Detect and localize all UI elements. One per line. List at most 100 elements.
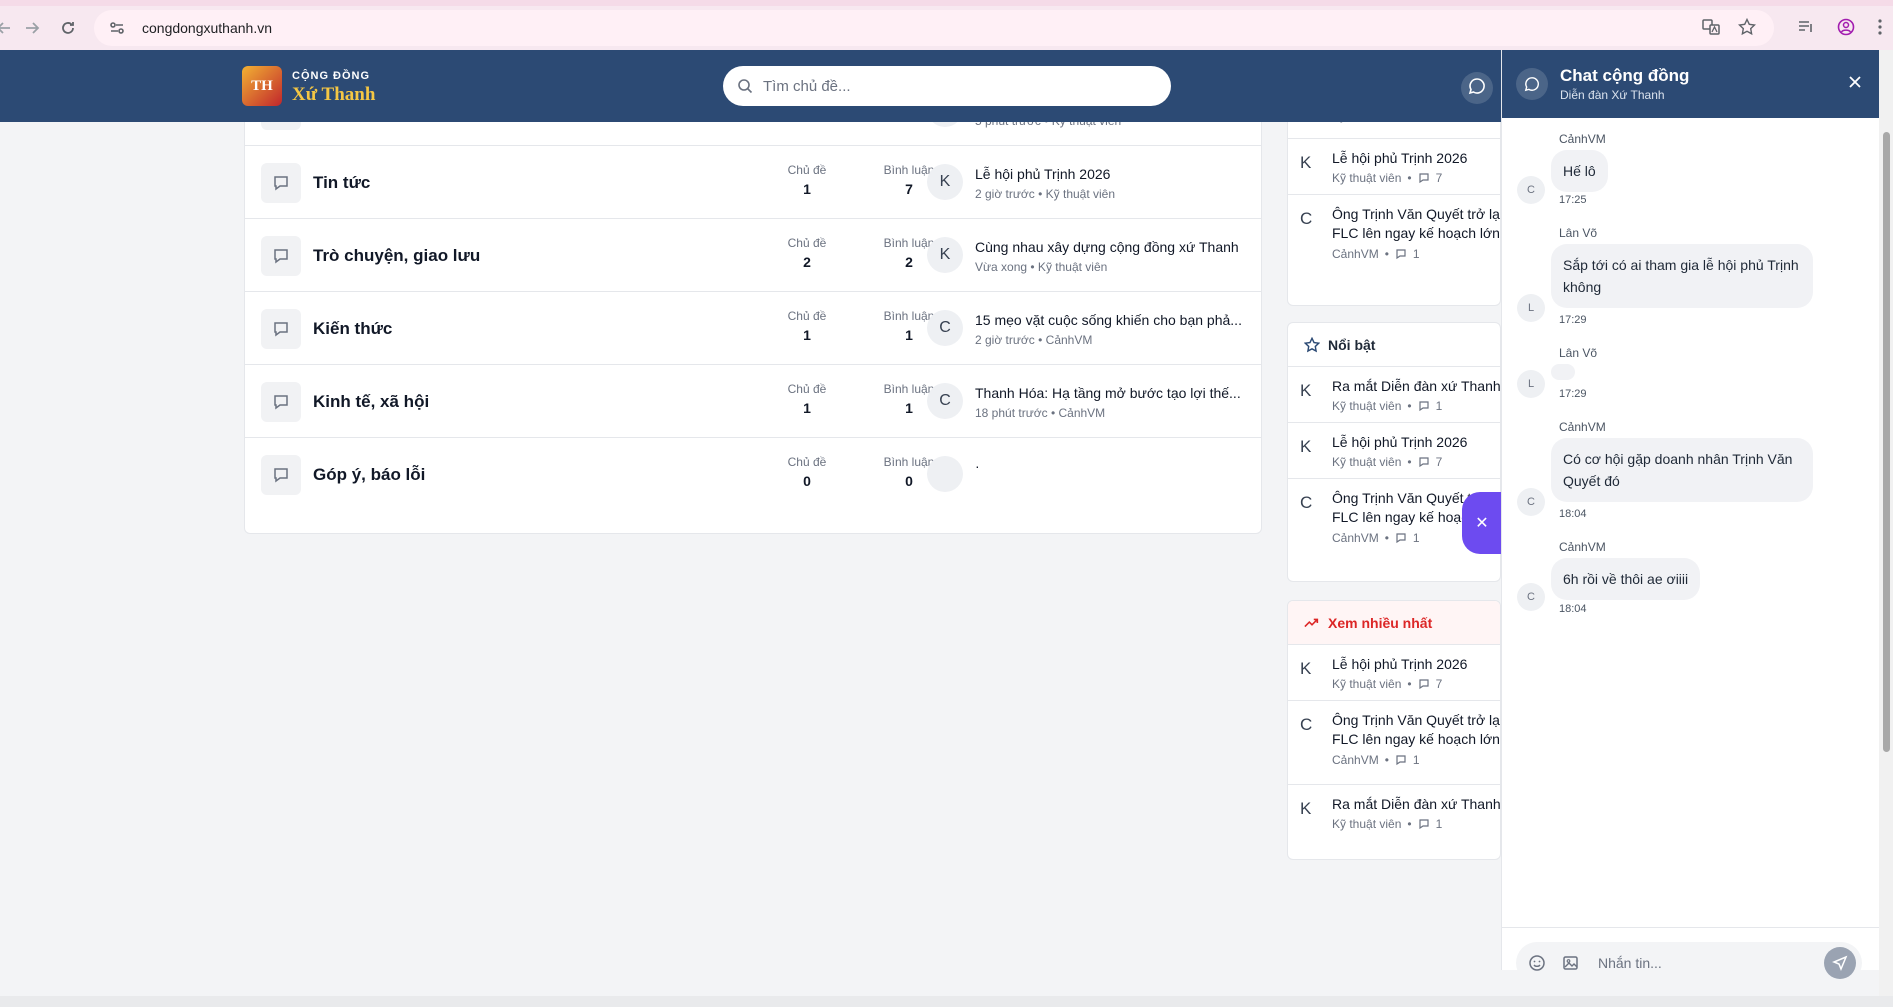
page-scrollbar[interactable]: [1879, 50, 1893, 996]
emoji-icon[interactable]: [1528, 954, 1546, 972]
send-button[interactable]: [1824, 947, 1856, 979]
sidebar-topic-item[interactable]: K Lễ hội phủ Trịnh 2026 Kỹ thuật viên • 7: [1288, 645, 1500, 701]
message-avatar[interactable]: C: [1517, 583, 1545, 611]
sidebar-topic-item[interactable]: K Ra mắt Diễn đàn xứ Thanh Kỹ thuật viên …: [1288, 785, 1500, 841]
last-post-avatar[interactable]: [927, 456, 963, 492]
message-avatar[interactable]: C: [1517, 176, 1545, 204]
meta-separator: •: [1407, 171, 1412, 185]
topic-title-line1[interactable]: Ông Trịnh Văn Quyết trở lại: [1332, 206, 1500, 222]
topic-title-line1[interactable]: Ông Trịnh Văn Quyết trở lại: [1332, 712, 1500, 728]
last-post-title[interactable]: Cùng nhau xây dựng cộng đồng xứ Thanh: [975, 239, 1245, 255]
topic-meta: Kỹ thuật viên • 7: [1332, 677, 1442, 691]
message-avatar[interactable]: C: [1517, 488, 1545, 516]
category-row[interactable]: Kinh tế, xã hội Chủ đề 1 Bình luận 1 C T…: [245, 365, 1261, 438]
address-bar[interactable]: congdongxuthanh.vn: [94, 10, 1774, 46]
topic-title-line1[interactable]: Lễ hội phủ Trịnh 2026: [1332, 656, 1467, 672]
category-name[interactable]: Góp ý, báo lỗi: [313, 465, 425, 485]
topic-title[interactable]: Ông Trịnh Văn Quyết trở lại FLC lên ngay …: [1332, 711, 1500, 749]
category-name[interactable]: Kinh tế, xã hội: [313, 392, 429, 412]
topic-comment-count: 1: [1412, 247, 1420, 261]
category-row[interactable]: Tin tức Chủ đề 1 Bình luận 7 K Lễ hội ph…: [245, 146, 1261, 219]
category-row[interactable]: Trò chuyện, giao lưu Chủ đề 2 Bình luận …: [245, 219, 1261, 292]
address-url[interactable]: congdongxuthanh.vn: [142, 20, 272, 36]
topic-avatar: C: [1300, 493, 1313, 512]
logo-line1[interactable]: CỘNG ĐỒNG: [292, 70, 370, 82]
topic-title[interactable]: Ra mắt Diễn đàn xứ Thanh: [1332, 377, 1500, 396]
logo-line2[interactable]: Xứ Thanh: [292, 84, 375, 106]
scrollbar-thumb[interactable]: [1883, 132, 1890, 752]
topic-title[interactable]: Lễ hội phủ Trịnh 2026: [1332, 149, 1500, 168]
topic-title-line1[interactable]: Lễ hội phủ Trịnh 2026: [1332, 434, 1467, 450]
recent-topics-widget: Kỹ thuật viên • 1 K Lễ hội phủ Trịnh 2026…: [1287, 100, 1501, 306]
category-row[interactable]: Góp ý, báo lỗi Chủ đề 0 Bình luận 0 ·: [245, 438, 1261, 511]
topic-count-label: Chủ đề: [787, 382, 827, 396]
category-chat-icon: [261, 382, 301, 422]
category-name[interactable]: Trò chuyện, giao lưu: [313, 246, 480, 266]
topic-title-line1[interactable]: Ra mắt Diễn đàn xứ Thanh: [1332, 378, 1500, 394]
browser-toolbar: congdongxuthanh.vn: [0, 6, 1893, 50]
topic-title[interactable]: Ông Trịnh Văn Quyết trở lại FLC lên ngay …: [1332, 205, 1500, 243]
chat-subtitle: Diễn đàn Xứ Thanh: [1560, 88, 1665, 102]
topic-meta: CảnhVM • 1: [1332, 531, 1420, 545]
sidebar-topic-item[interactable]: C Ông Trịnh Văn Quyết trở lại FLC lên ngay…: [1288, 195, 1500, 279]
comment-icon: [1395, 248, 1407, 260]
chat-toggle-button[interactable]: [1461, 72, 1493, 104]
reading-list-icon[interactable]: [1797, 18, 1815, 41]
topic-title[interactable]: Lễ hội phủ Trịnh 2026: [1332, 655, 1500, 674]
last-post-avatar[interactable]: K: [927, 164, 963, 200]
topic-title[interactable]: Ra mắt Diễn đàn xứ Thanh: [1332, 795, 1500, 814]
sidebar-topic-item[interactable]: K Lễ hội phủ Trịnh 2026 Kỹ thuật viên • 7: [1288, 139, 1500, 195]
message-bubble: Hế lô: [1551, 150, 1608, 192]
category-name[interactable]: Kiến thức: [313, 319, 392, 339]
last-post-avatar[interactable]: C: [927, 383, 963, 419]
profile-icon[interactable]: [1837, 18, 1855, 41]
chat-message-input[interactable]: [1598, 952, 1808, 974]
close-icon: [1849, 76, 1861, 88]
last-post-avatar[interactable]: C: [927, 310, 963, 346]
site-info-icon[interactable]: [108, 18, 128, 38]
site-logo[interactable]: TH: [242, 66, 282, 106]
message-bubble: Có cơ hội gặp doanh nhân Trịnh Văn Quyết…: [1551, 438, 1813, 502]
sidebar-topic-item[interactable]: K Lễ hội phủ Trịnh 2026 Kỹ thuật viên • 7: [1288, 423, 1500, 479]
topic-title[interactable]: Lễ hội phủ Trịnh 2026: [1332, 433, 1500, 452]
sidebar-topic-item[interactable]: C Ông Trịnh Văn Quyết trở lại FLC lên ngay…: [1288, 701, 1500, 785]
last-post-avatar[interactable]: K: [927, 237, 963, 273]
topic-count: Chủ đề 1: [767, 163, 847, 197]
last-post-title[interactable]: Thanh Hóa: Hạ tầng mở bước tạo lợi thế..…: [975, 385, 1245, 401]
reload-icon[interactable]: [50, 10, 86, 46]
forward-icon[interactable]: [14, 10, 50, 46]
floating-chat-close-button[interactable]: ✕: [1462, 492, 1502, 554]
topic-title-line2[interactable]: FLC lên ngay kế hoạch lớn: [1332, 731, 1500, 747]
topic-meta: Kỹ thuật viên • 7: [1332, 455, 1442, 469]
message-time: 17:25: [1559, 194, 1587, 206]
meta-separator: •: [1407, 677, 1412, 691]
browser-menu-icon[interactable]: [1877, 18, 1883, 41]
message-sender: Lân Võ: [1559, 346, 1598, 360]
translate-icon[interactable]: [1702, 18, 1720, 41]
topic-title-line1[interactable]: Lễ hội phủ Trịnh 2026: [1332, 150, 1467, 166]
image-upload-icon[interactable]: [1562, 954, 1580, 972]
send-icon: [1832, 955, 1848, 971]
topic-count: Chủ đề 1: [767, 382, 847, 416]
topic-search[interactable]: [723, 66, 1171, 106]
bookmark-star-icon[interactable]: [1737, 17, 1757, 41]
message-sender: Lân Võ: [1559, 226, 1598, 240]
most-viewed-widget: Xem nhiều nhất K Lễ hội phủ Trịnh 2026 Kỹ…: [1287, 600, 1501, 860]
last-post-meta: 2 giờ trước • CảnhVM: [975, 333, 1093, 347]
message-avatar[interactable]: L: [1517, 370, 1545, 398]
last-post-title[interactable]: 15 mẹo vặt cuộc sống khiến cho bạn phả..…: [975, 312, 1245, 328]
topic-title-line1[interactable]: Ra mắt Diễn đàn xứ Thanh: [1332, 796, 1500, 812]
chat-close-button[interactable]: [1848, 72, 1862, 95]
topic-comment-count: 7: [1435, 455, 1443, 469]
topic-author: Kỹ thuật viên: [1332, 455, 1402, 469]
sidebar-topic-item[interactable]: K Ra mắt Diễn đàn xứ Thanh Kỹ thuật viên …: [1288, 367, 1500, 423]
last-post-title[interactable]: Lễ hội phủ Trịnh 2026: [975, 166, 1245, 182]
last-post-title[interactable]: ·: [975, 458, 1245, 474]
topic-title-line2[interactable]: FLC lên ngay kế hoạch lớn: [1332, 225, 1500, 241]
topic-author: Kỹ thuật viên: [1332, 171, 1402, 185]
search-input[interactable]: [763, 77, 1143, 95]
category-row[interactable]: Kiến thức Chủ đề 1 Bình luận 1 C 15 mẹo …: [245, 292, 1261, 365]
category-name[interactable]: Tin tức: [313, 173, 370, 193]
topic-avatar: C: [1300, 209, 1313, 228]
message-avatar[interactable]: L: [1517, 294, 1545, 322]
